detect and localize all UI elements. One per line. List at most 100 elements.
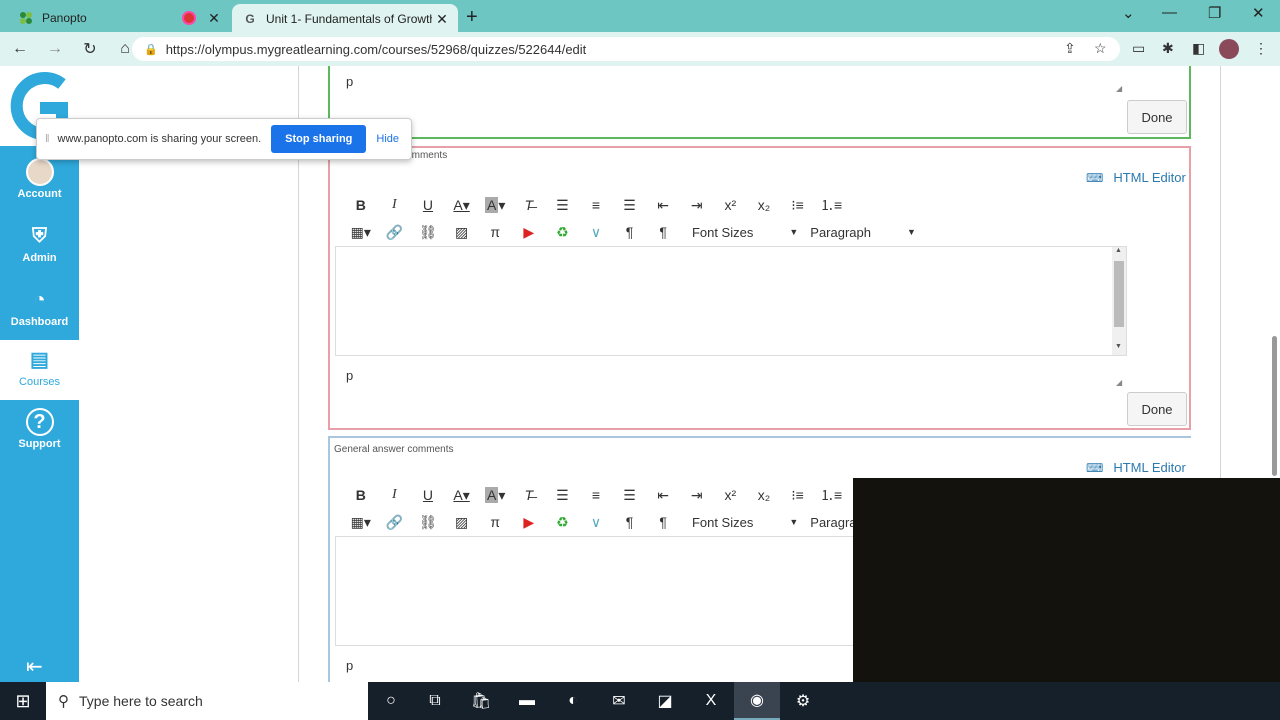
subscript-icon[interactable]: x₂ [747,487,781,503]
nav-admin[interactable]: ⛨ Admin [0,216,79,276]
link-icon[interactable]: 🔗 [378,514,412,531]
subscript-icon[interactable]: x₂ [747,197,781,213]
tab-panopto[interactable]: Panopto ✕ [8,4,230,32]
nav-support[interactable]: ? Support [0,402,79,462]
rtl-icon[interactable]: ¶ [646,224,680,240]
paragraph-dropdown[interactable]: Paragra [810,515,856,530]
done-button[interactable]: Done [1127,100,1187,134]
align-center-icon[interactable]: ≡ [579,487,613,503]
vimeo-icon[interactable]: ∨ [579,224,613,241]
media-icon[interactable]: ♻ [546,514,580,531]
ltr-icon[interactable]: ¶ [613,224,647,240]
media-icon[interactable]: ♻ [546,224,580,241]
nav-dashboard[interactable]: ◔ Dashboard [0,280,79,340]
scroll-up-icon[interactable]: ▲ [1115,247,1122,254]
chrome-icon[interactable]: ◉ [734,682,780,720]
resize-handle-icon[interactable]: ◢ [1116,84,1122,93]
font-sizes-dropdown[interactable]: Font Sizes ▼ [692,225,798,240]
background-color-icon[interactable]: A ▾ [478,486,512,504]
align-center-icon[interactable]: ≡ [579,197,613,213]
task-view-icon[interactable]: ⧉ [412,682,458,720]
bold-icon[interactable]: B [344,197,378,213]
profile-avatar[interactable] [1219,39,1239,59]
excel-icon[interactable]: X [688,682,734,720]
unlink-icon[interactable]: ⛓ [411,224,445,241]
outdent-icon[interactable]: ⇤ [646,197,680,214]
mail-icon[interactable]: ✉ [596,682,642,720]
restore-icon[interactable]: ❐ [1208,4,1221,22]
editor-scrollbar[interactable]: ▲ ▼ [1112,247,1126,355]
close-window-icon[interactable]: ✕ [1252,4,1265,22]
superscript-icon[interactable]: x² [714,197,748,213]
stop-sharing-button[interactable]: Stop sharing [271,125,367,153]
back-icon[interactable]: ← [5,40,35,58]
numbered-list-icon[interactable]: ⒈≡ [814,485,848,505]
minimize-icon[interactable]: — [1162,4,1177,21]
collapse-nav-icon[interactable]: ⇤ [26,654,43,679]
tab-search-icon[interactable]: ⌄ [1122,4,1135,22]
resize-handle-icon[interactable]: ◢ [1116,378,1122,387]
hide-button[interactable]: Hide [376,133,399,145]
bold-icon[interactable]: B [344,487,378,503]
file-explorer-icon[interactable]: ▬ [504,682,550,720]
nav-courses[interactable]: ▤ Courses [0,340,79,400]
app-icon[interactable]: ◪ [642,682,688,720]
image-icon[interactable]: ▨ [445,514,479,531]
done-button[interactable]: Done [1127,392,1187,426]
extensions-icon[interactable]: ✱ [1162,40,1174,57]
numbered-list-icon[interactable]: ⒈≡ [814,195,848,215]
ltr-icon[interactable]: ¶ [613,514,647,530]
underline-icon[interactable]: U [411,197,445,213]
bullet-list-icon[interactable]: ⁝≡ [781,197,815,214]
outdent-icon[interactable]: ⇤ [646,487,680,504]
vimeo-icon[interactable]: ∨ [579,514,613,531]
align-right-icon[interactable]: ☰ [613,197,647,214]
address-bar[interactable]: 🔒 https://olympus.mygreatlearning.com/co… [132,37,1120,61]
windows-start-icon[interactable]: ⊞ [0,682,46,720]
rtl-icon[interactable]: ¶ [646,514,680,530]
html-editor-link[interactable]: ⌨ HTML Editor [1086,460,1186,475]
menu-icon[interactable]: ⋮ [1254,40,1268,57]
background-color-icon[interactable]: A ▾ [478,196,512,214]
indent-icon[interactable]: ⇥ [680,197,714,214]
reload-icon[interactable]: ↻ [75,39,105,59]
align-right-icon[interactable]: ☰ [613,487,647,504]
bookmark-star-icon[interactable]: ☆ [1094,40,1107,57]
italic-icon[interactable]: I [378,487,412,503]
rich-text-area[interactable]: ▲ ▼ [335,246,1127,356]
store-icon[interactable]: 🛍 [458,682,504,720]
new-tab-button[interactable]: + [466,6,478,29]
clear-formatting-icon[interactable]: T̶ [512,197,546,213]
close-tab-icon[interactable]: ✕ [204,10,224,27]
font-sizes-dropdown[interactable]: Font Sizes ▼ [692,515,798,530]
html-editor-link[interactable]: ⌨ HTML Editor [1086,170,1186,185]
settings-gear-icon[interactable]: ⚙ [780,682,826,720]
bullet-list-icon[interactable]: ⁝≡ [781,487,815,504]
italic-icon[interactable]: I [378,197,412,213]
side-panel-icon[interactable]: ◧ [1192,40,1205,57]
math-pi-icon[interactable]: π [478,514,512,530]
scrollbar-thumb[interactable] [1272,336,1277,476]
drag-handle-icon[interactable]: ‖ [45,133,50,145]
scroll-down-icon[interactable]: ▼ [1115,343,1122,350]
text-color-icon[interactable]: A▾ [445,487,479,504]
unlink-icon[interactable]: ⛓ [411,514,445,531]
close-tab-icon[interactable]: ✕ [432,11,452,28]
youtube-icon[interactable]: ▶ [512,514,546,531]
paragraph-dropdown[interactable]: Paragraph ▼ [810,225,916,240]
youtube-icon[interactable]: ▶ [512,224,546,241]
superscript-icon[interactable]: x² [714,487,748,503]
align-left-icon[interactable]: ☰ [546,197,580,214]
table-icon[interactable]: ▦▾ [344,514,378,531]
cortana-icon[interactable]: ○ [368,682,414,720]
share-icon[interactable]: ⇪ [1064,40,1076,57]
link-icon[interactable]: 🔗 [378,224,412,241]
nav-account[interactable]: Account [0,152,79,212]
underline-icon[interactable]: U [411,487,445,503]
taskbar-search[interactable]: ⚲ Type here to search [46,682,368,720]
align-left-icon[interactable]: ☰ [546,487,580,504]
forward-icon[interactable]: → [40,40,70,58]
clear-formatting-icon[interactable]: T̶ [512,487,546,503]
cast-icon[interactable]: ▭ [1132,40,1145,57]
text-color-icon[interactable]: A▾ [445,197,479,214]
